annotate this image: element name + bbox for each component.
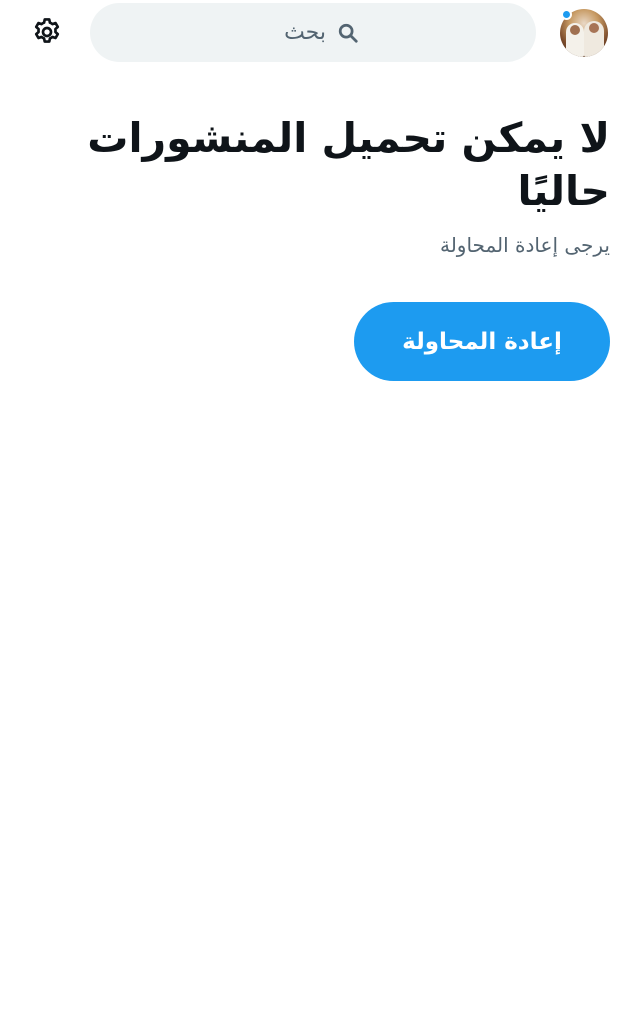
error-subtitle: يرجى إعادة المحاولة — [439, 233, 610, 257]
avatar-figure — [589, 23, 599, 33]
top-bar — [0, 0, 638, 66]
gear-icon — [31, 16, 63, 52]
avatar-figure — [570, 25, 580, 35]
settings-button[interactable] — [24, 11, 70, 57]
page-title: لا يمكن تحميل المنشورات حاليًا — [87, 114, 610, 215]
search-icon — [336, 21, 360, 45]
error-state: لا يمكن تحميل المنشورات حاليًا يرجى إعاد… — [50, 112, 610, 381]
search-box[interactable] — [90, 3, 536, 62]
retry-button[interactable]: إعادة المحاولة — [354, 302, 610, 381]
notification-dot — [561, 9, 572, 20]
search-input[interactable] — [266, 20, 326, 45]
